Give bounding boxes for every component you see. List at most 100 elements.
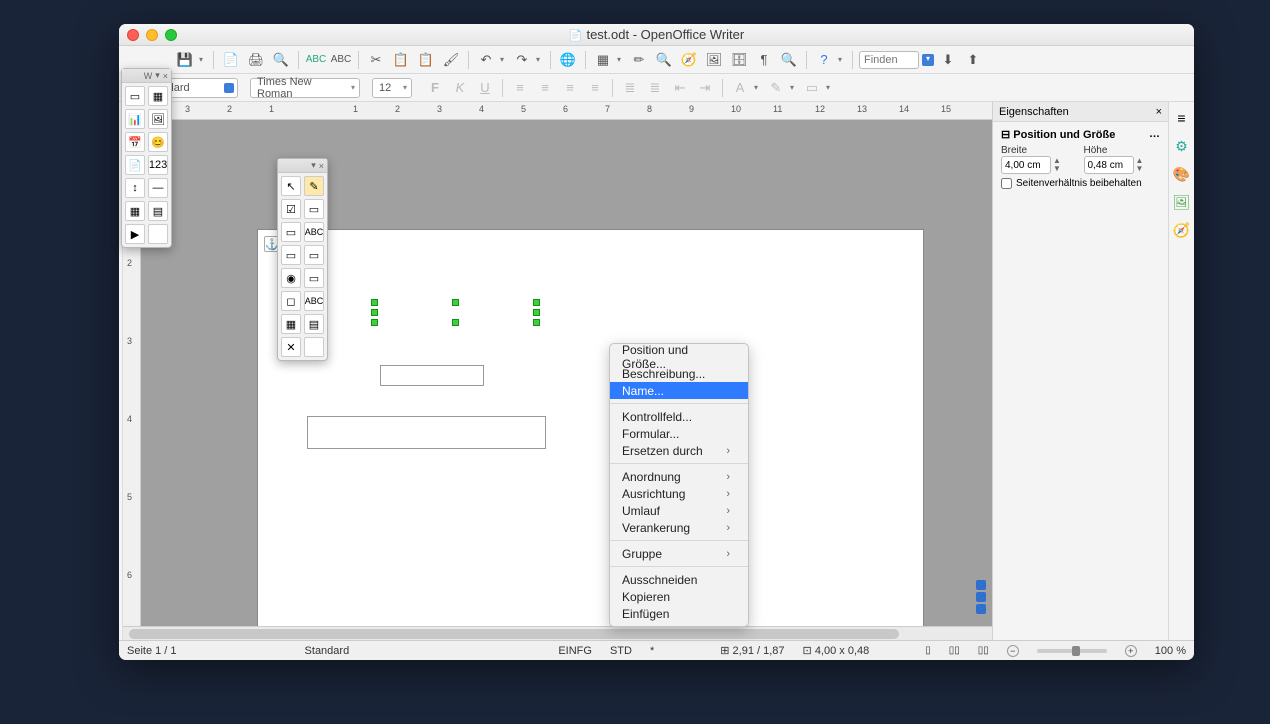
resize-handle[interactable] bbox=[533, 299, 540, 306]
indent-increase-icon[interactable]: ⇥ bbox=[694, 77, 716, 99]
spinner-arrows[interactable]: ▲▼ bbox=[1136, 157, 1146, 173]
context-menu-item[interactable]: Ersetzen durch bbox=[610, 442, 748, 459]
context-menu-item[interactable]: Kontrollfeld... bbox=[610, 408, 748, 425]
palette-icon[interactable]: — bbox=[148, 178, 168, 198]
align-right-icon[interactable]: ≡ bbox=[559, 77, 581, 99]
page-navigator-icons[interactable] bbox=[976, 580, 986, 614]
context-menu-item[interactable]: Umlauf bbox=[610, 502, 748, 519]
palette-icon[interactable]: ▭ bbox=[304, 199, 324, 219]
palette-icon[interactable]: ◉ bbox=[281, 268, 301, 288]
cut-icon[interactable]: ✂ bbox=[365, 49, 387, 71]
context-menu-item[interactable]: Verankerung bbox=[610, 519, 748, 536]
palette-icon[interactable]: ABC bbox=[304, 291, 324, 311]
highlight-icon[interactable]: ✎ bbox=[765, 77, 787, 99]
context-menu-item[interactable]: Einfügen bbox=[610, 605, 748, 622]
resize-handle[interactable] bbox=[371, 309, 378, 316]
context-menu-item[interactable]: Position und Größe... bbox=[610, 348, 748, 365]
redo-icon[interactable]: ↷ bbox=[511, 49, 533, 71]
status-insert[interactable]: EINFG bbox=[558, 645, 592, 657]
list-bullet-icon[interactable]: ≣ bbox=[644, 77, 666, 99]
zoom-slider[interactable] bbox=[1037, 649, 1107, 653]
horizontal-scrollbar[interactable] bbox=[123, 626, 992, 640]
nonprinting-icon[interactable]: ¶ bbox=[753, 49, 775, 71]
context-menu-item[interactable]: Gruppe bbox=[610, 545, 748, 562]
window-close-icon[interactable] bbox=[127, 29, 139, 41]
context-menu-item[interactable]: Ausschneiden bbox=[610, 571, 748, 588]
view-book-icon[interactable]: ▯▯ bbox=[978, 645, 989, 656]
find-prev-icon[interactable]: ⬆ bbox=[962, 49, 984, 71]
palette-icon[interactable] bbox=[148, 224, 168, 244]
context-menu-item[interactable]: Ausrichtung bbox=[610, 485, 748, 502]
width-input[interactable] bbox=[1001, 156, 1051, 174]
palette-head[interactable]: W▾× bbox=[122, 69, 171, 83]
palette-icon[interactable]: ▶ bbox=[125, 224, 145, 244]
close-icon[interactable]: × bbox=[1156, 106, 1162, 118]
dropdown-icon[interactable]: ▾ bbox=[754, 83, 762, 92]
keep-ratio-input[interactable] bbox=[1001, 178, 1012, 189]
resize-handle[interactable] bbox=[452, 319, 459, 326]
undo-icon[interactable]: ↶ bbox=[475, 49, 497, 71]
palette-icon[interactable]: ABC bbox=[304, 222, 324, 242]
table-icon[interactable]: ▦ bbox=[592, 49, 614, 71]
resize-handle[interactable] bbox=[533, 309, 540, 316]
spinner-arrows[interactable]: ▲▼ bbox=[1053, 157, 1063, 173]
palette-icon[interactable]: ✕ bbox=[281, 337, 301, 357]
gallery-deck-icon[interactable]: 🖼 bbox=[1172, 192, 1192, 212]
palette-icon[interactable]: ▭ bbox=[125, 86, 145, 106]
zoom-out-icon[interactable]: − bbox=[1007, 645, 1019, 657]
status-size[interactable]: ⊡ 4,00 x 0,48 bbox=[803, 644, 870, 657]
zoom-icon[interactable]: 🔍 bbox=[778, 49, 800, 71]
align-justify-icon[interactable]: ≡ bbox=[584, 77, 606, 99]
export-pdf-icon[interactable]: 📄 bbox=[220, 49, 242, 71]
auto-spellcheck-icon[interactable]: ABC bbox=[330, 49, 352, 71]
view-single-icon[interactable]: ▯ bbox=[925, 645, 931, 656]
height-input[interactable] bbox=[1084, 156, 1134, 174]
palette-icon[interactable]: ◻ bbox=[281, 291, 301, 311]
context-menu-item[interactable]: Name... bbox=[610, 382, 748, 399]
window-maximize-icon[interactable] bbox=[165, 29, 177, 41]
context-menu-item[interactable]: Kopieren bbox=[610, 588, 748, 605]
text-frame[interactable] bbox=[380, 365, 484, 386]
bold-icon[interactable]: F bbox=[424, 77, 446, 99]
zoom-in-icon[interactable]: + bbox=[1125, 645, 1137, 657]
palette-icon[interactable]: ▭ bbox=[281, 222, 301, 242]
context-menu[interactable]: Position und Größe...Beschreibung...Name… bbox=[609, 343, 749, 627]
copy-icon[interactable]: 📋 bbox=[390, 49, 412, 71]
status-cursor[interactable]: ⊞ 2,91 / 1,87 bbox=[720, 644, 784, 657]
context-menu-item[interactable]: Formular... bbox=[610, 425, 748, 442]
print-preview-icon[interactable]: 🔍 bbox=[270, 49, 292, 71]
italic-icon[interactable]: K bbox=[449, 77, 471, 99]
properties-deck-icon[interactable]: ⚙ bbox=[1172, 136, 1192, 156]
status-style[interactable]: Standard bbox=[305, 645, 350, 657]
help-icon[interactable]: ? bbox=[813, 49, 835, 71]
palette-icon[interactable]: 🖼 bbox=[148, 109, 168, 129]
navigator-icon[interactable]: 🧭 bbox=[678, 49, 700, 71]
floating-palette-form-controls[interactable]: ▾× ↖ ✎ ☑ ▭ ▭ ABC ▭ ▭ ◉ ▭ ◻ ABC ▦ ▤ ✕ bbox=[277, 158, 328, 361]
background-color-icon[interactable]: ▭ bbox=[801, 77, 823, 99]
sidebar-settings-icon[interactable]: ≡ bbox=[1172, 108, 1192, 128]
horizontal-ruler[interactable]: 4321123456789101112131415 bbox=[123, 102, 992, 120]
palette-icon[interactable] bbox=[304, 337, 324, 357]
floating-palette-insert[interactable]: W▾× ▭ ▦ 📊 🖼 📅 😊 📄 123 ↕ — ▦ ▤ ▶ bbox=[121, 68, 172, 248]
palette-icon[interactable]: ▤ bbox=[304, 314, 324, 334]
document-page[interactable]: ⚓ bbox=[258, 230, 923, 626]
palette-icon[interactable]: ▤ bbox=[148, 201, 168, 221]
palette-icon[interactable]: ✎ bbox=[304, 176, 324, 196]
status-std[interactable]: STD bbox=[610, 645, 632, 657]
resize-handle[interactable] bbox=[533, 319, 540, 326]
find-next-icon[interactable]: ⬇ bbox=[937, 49, 959, 71]
palette-icon[interactable]: 📊 bbox=[125, 109, 145, 129]
palette-icon[interactable]: ▭ bbox=[304, 268, 324, 288]
dropdown-icon[interactable]: ▾ bbox=[922, 54, 934, 66]
paste-icon[interactable]: 📋 bbox=[415, 49, 437, 71]
document-canvas[interactable]: 1234567 ⚓ bbox=[123, 120, 992, 626]
selected-frame[interactable] bbox=[375, 303, 536, 322]
resize-handle[interactable] bbox=[371, 319, 378, 326]
palette-icon[interactable]: 📄 bbox=[125, 155, 145, 175]
gallery-icon[interactable]: 🖼 bbox=[703, 49, 725, 71]
status-page[interactable]: Seite 1 / 1 bbox=[127, 645, 177, 657]
indent-decrease-icon[interactable]: ⇤ bbox=[669, 77, 691, 99]
palette-icon[interactable]: 123 bbox=[148, 155, 168, 175]
palette-icon[interactable]: ▦ bbox=[148, 86, 168, 106]
font-name-combo[interactable]: Times New Roman bbox=[250, 78, 360, 98]
